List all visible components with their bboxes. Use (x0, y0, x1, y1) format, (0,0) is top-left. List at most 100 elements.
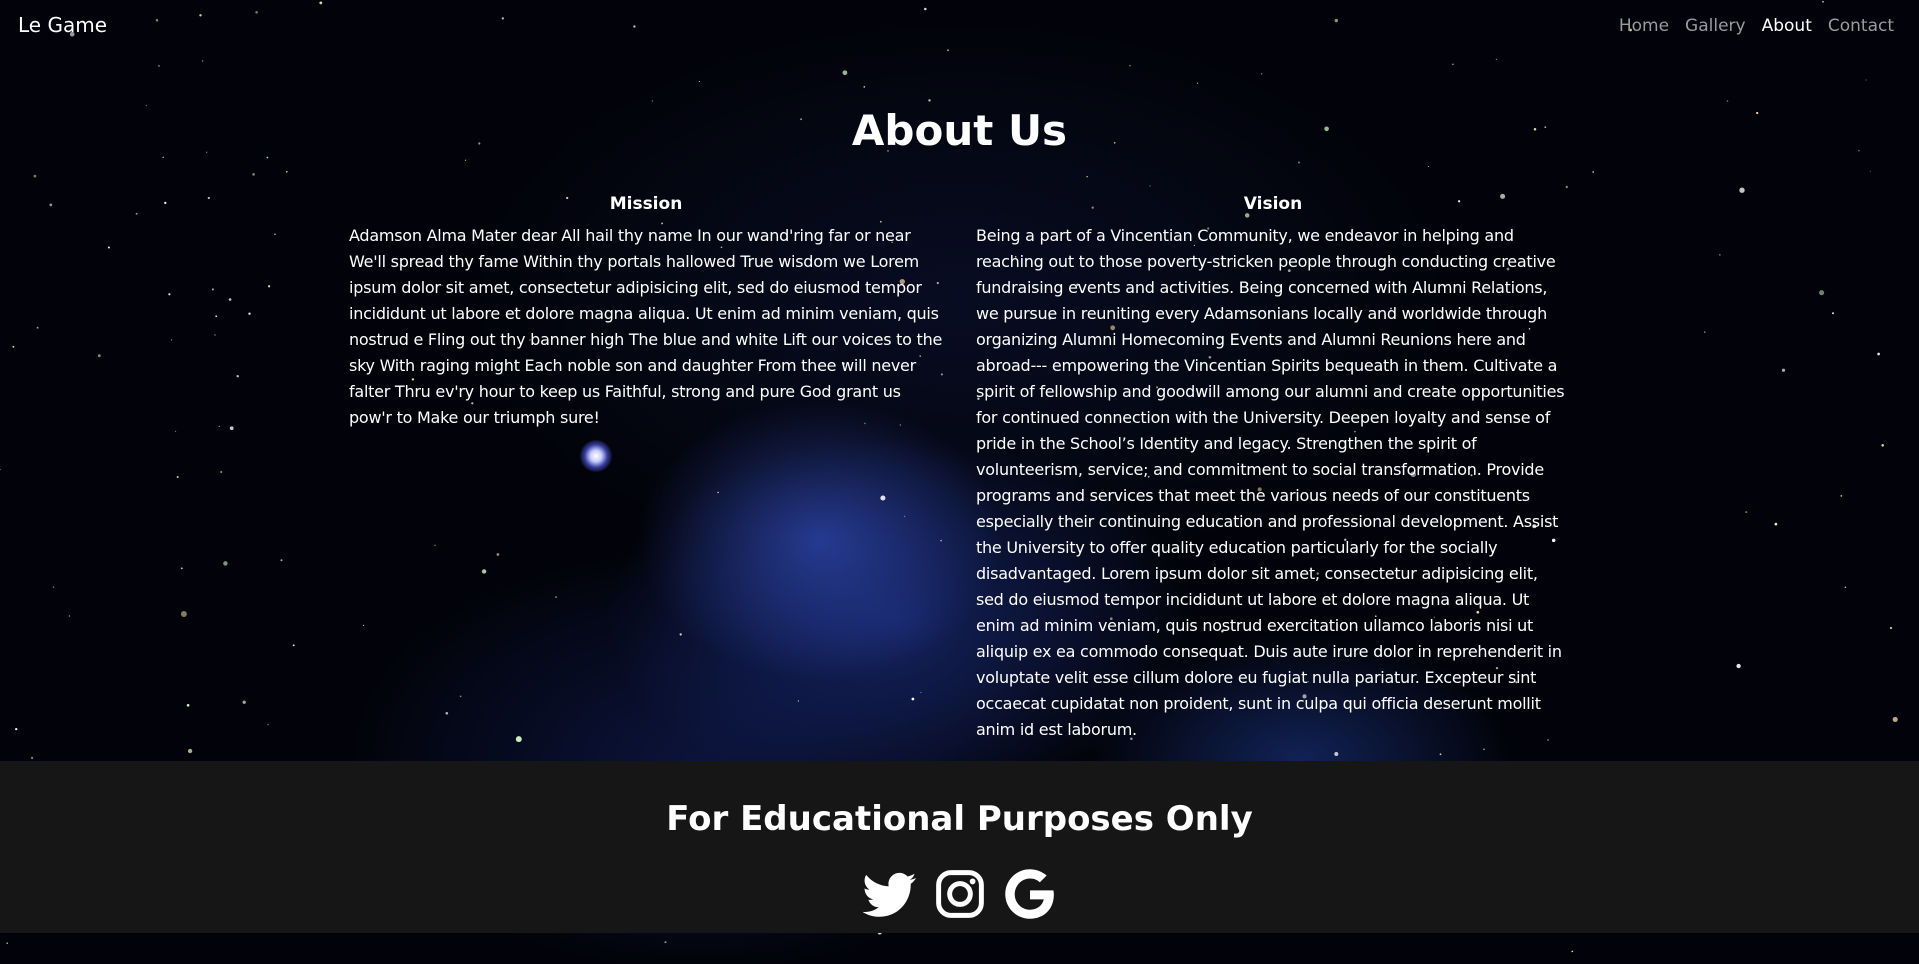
star (266, 156, 269, 159)
star (1565, 185, 1568, 189)
star (1726, 100, 1729, 102)
star (215, 315, 218, 318)
star (267, 285, 271, 288)
star (445, 711, 449, 715)
star (1877, 352, 1880, 356)
star (164, 201, 167, 205)
star (33, 174, 37, 178)
star (36, 326, 39, 329)
star (218, 425, 220, 427)
star (15, 727, 18, 731)
star (211, 288, 214, 291)
mission-text: Adamson Alma Mater dear All hail thy nam… (349, 226, 943, 427)
star (1260, 73, 1263, 75)
star (1840, 495, 1843, 497)
footer-text: For Educational Purposes Only (666, 799, 1253, 839)
star (842, 70, 848, 76)
star (280, 559, 283, 562)
star (168, 293, 171, 296)
star (1439, 753, 1442, 756)
star (242, 700, 246, 704)
star (207, 196, 210, 200)
instagram-link[interactable] (933, 867, 987, 921)
twitter-link[interactable] (862, 867, 917, 921)
star (201, 60, 204, 62)
star (717, 491, 719, 494)
star (267, 724, 269, 726)
nav-link-contact[interactable]: Contact (1828, 16, 1894, 36)
star (228, 298, 232, 301)
star (1703, 331, 1706, 333)
star (1086, 175, 1088, 178)
star (920, 692, 922, 694)
star (1719, 254, 1721, 256)
star (664, 941, 667, 944)
star (464, 159, 467, 161)
star (1592, 171, 1595, 173)
page: Le Game Home Gallery About Contact About… (0, 0, 1919, 964)
star (1452, 63, 1454, 66)
star (1739, 187, 1745, 193)
star (459, 695, 462, 698)
star (186, 703, 190, 707)
star (223, 561, 228, 566)
star (1774, 522, 1778, 526)
star (1889, 626, 1893, 630)
star (1819, 290, 1825, 296)
star (292, 644, 295, 647)
vision-text: Being a part of a Vincentian Community, … (976, 226, 1565, 739)
star (1881, 444, 1884, 447)
instagram-icon (935, 870, 984, 918)
star (904, 515, 906, 517)
star (214, 334, 216, 336)
star (797, 700, 800, 702)
footer: For Educational Purposes Only (0, 761, 1919, 933)
star (107, 246, 110, 249)
star (515, 736, 522, 743)
star (1149, 185, 1151, 187)
star (252, 173, 255, 176)
star (940, 539, 942, 542)
nav-link-home[interactable]: Home (1619, 16, 1669, 36)
star (1781, 368, 1786, 372)
star (220, 471, 223, 473)
star (1196, 82, 1199, 84)
star (481, 569, 487, 574)
star (52, 586, 55, 588)
star (928, 99, 931, 102)
mission-section: Mission Adamson Alma Mater dear All hail… (349, 194, 943, 431)
star (175, 430, 177, 432)
nav-link-about[interactable]: About (1762, 16, 1812, 36)
google-icon (1004, 869, 1054, 919)
star (12, 345, 15, 348)
star (158, 65, 160, 67)
star (97, 354, 101, 358)
vision-heading: Vision (1243, 194, 1303, 214)
star (286, 170, 288, 173)
page-title: About Us (851, 106, 1068, 155)
star (651, 100, 654, 102)
star (1495, 58, 1498, 61)
star (30, 756, 34, 760)
star (363, 624, 365, 627)
twitter-icon (862, 872, 916, 917)
star (248, 312, 251, 315)
star (880, 495, 886, 501)
star (1892, 716, 1898, 722)
star (1427, 165, 1429, 168)
star (180, 611, 187, 617)
star (555, 596, 558, 599)
social-links (0, 867, 1919, 921)
star (274, 233, 276, 236)
bright-star (580, 440, 612, 472)
star (236, 375, 239, 378)
star (180, 567, 183, 570)
star (170, 339, 173, 341)
star (176, 475, 179, 479)
star (863, 86, 866, 88)
star (1844, 586, 1847, 589)
google-link[interactable] (1003, 867, 1057, 921)
mission-heading: Mission (609, 194, 683, 214)
brand-link[interactable]: Le Game (18, 13, 107, 37)
nav-link-gallery[interactable]: Gallery (1685, 16, 1746, 36)
